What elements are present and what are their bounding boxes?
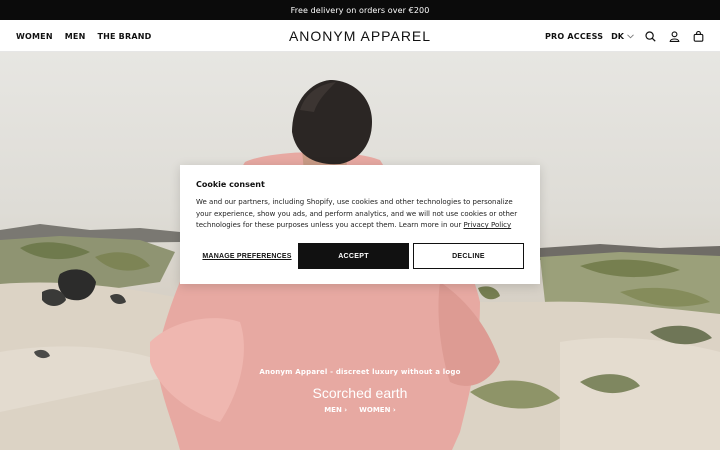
privacy-policy-link[interactable]: Privacy Policy	[463, 221, 511, 229]
nav-link-men[interactable]: MEN	[65, 32, 86, 41]
header-actions: PRO ACCESS DK	[545, 20, 706, 52]
account-icon[interactable]	[666, 28, 682, 44]
hero-headline: Scorched earth	[312, 385, 408, 401]
cookie-actions: MANAGE PREFERENCES ACCEPT DECLINE	[196, 243, 524, 269]
nav-link-women[interactable]: WOMEN	[16, 32, 53, 41]
main-nav: WOMEN MEN THE BRAND	[16, 20, 151, 52]
site-header: WOMEN MEN THE BRAND ANONYM APPAREL PRO A…	[0, 20, 720, 52]
hero-link-men-label: MEN	[324, 406, 342, 414]
cart-icon[interactable]	[690, 28, 706, 44]
chevron-down-icon	[627, 33, 634, 38]
search-icon[interactable]	[642, 28, 658, 44]
nav-link-the-brand[interactable]: THE BRAND	[97, 32, 151, 41]
hero-link-men[interactable]: MEN ›	[324, 406, 347, 414]
announcement-bar: Free delivery on orders over €200	[0, 0, 720, 20]
language-label: DK	[611, 31, 624, 41]
decline-button[interactable]: DECLINE	[413, 243, 524, 269]
accept-button[interactable]: ACCEPT	[298, 243, 409, 269]
chevron-right-icon: ›	[392, 406, 396, 414]
announcement-text: Free delivery on orders over €200	[290, 5, 430, 15]
hero-link-women-label: WOMEN	[359, 406, 391, 414]
hero-tagline: Anonym Apparel - discreet luxury without…	[259, 368, 461, 376]
language-selector[interactable]: DK	[611, 32, 634, 41]
manage-preferences-button[interactable]: MANAGE PREFERENCES	[196, 243, 298, 269]
chevron-right-icon: ›	[344, 406, 348, 414]
hero-links: MEN › WOMEN ›	[0, 406, 720, 414]
pro-access-link[interactable]: PRO ACCESS	[545, 32, 603, 41]
cookie-consent-dialog: Cookie consent We and our partners, incl…	[180, 165, 540, 284]
hero-link-women[interactable]: WOMEN ›	[359, 406, 396, 414]
cookie-title: Cookie consent	[196, 180, 265, 189]
cookie-body: We and our partners, including Shopify, …	[196, 197, 524, 232]
